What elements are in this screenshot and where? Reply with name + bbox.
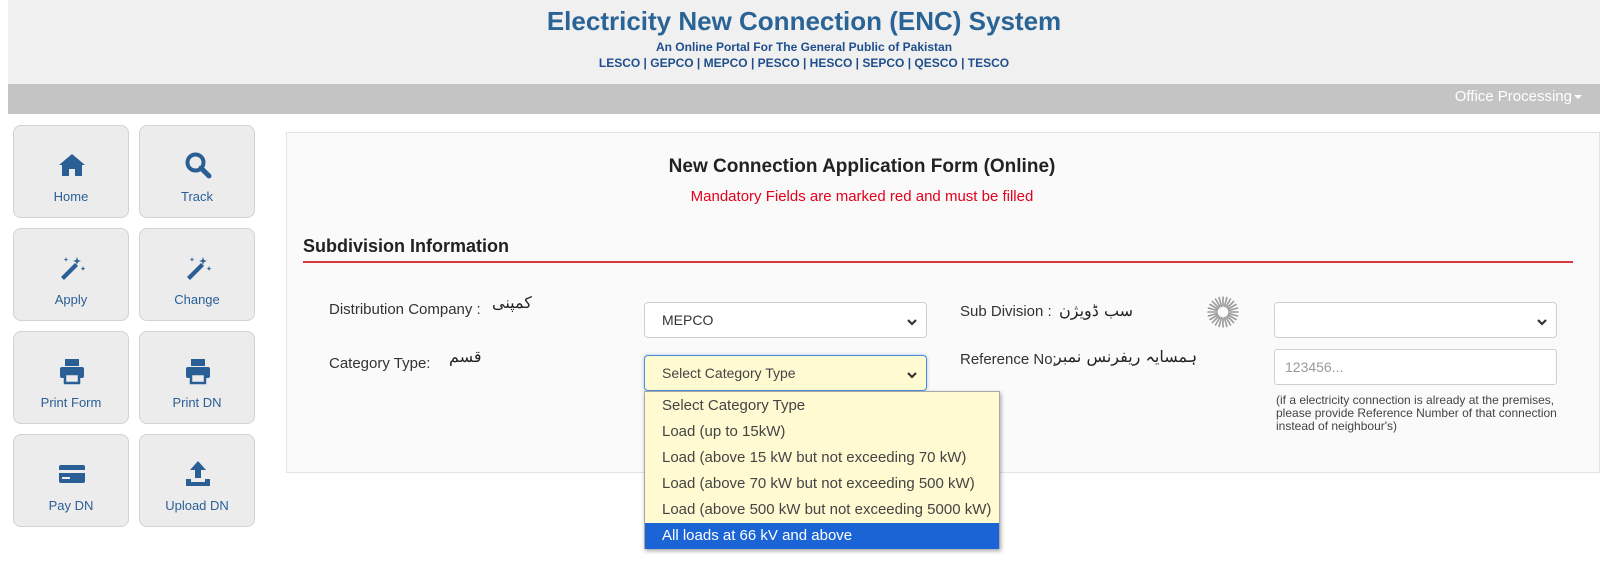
chevron-down-icon xyxy=(906,315,918,327)
distribution-company-select[interactable]: MEPCO xyxy=(644,302,927,338)
magic-wand-icon xyxy=(61,257,86,280)
tile-pay-dn[interactable]: Pay DN xyxy=(13,434,129,527)
category-option[interactable]: Load (above 70 kW but not exceeding 500 … xyxy=(645,471,999,497)
distribution-company-urdu-label: کمپنی xyxy=(492,293,532,312)
category-option[interactable]: Load (above 500 kW but not exceeding 500… xyxy=(645,497,999,523)
category-type-dropdown: Select Category Type Load (up to 15kW) L… xyxy=(644,391,1000,549)
category-type-urdu-label: قسم xyxy=(449,347,482,366)
loading-spinner-icon xyxy=(1207,296,1239,328)
tile-label: Home xyxy=(53,189,89,204)
tile-label: Upload DN xyxy=(165,498,229,513)
office-processing-menu[interactable]: Office Processing xyxy=(1455,88,1582,105)
category-option[interactable]: Select Category Type xyxy=(645,393,999,419)
reference-no-hint: (if a electricity connection is already … xyxy=(1276,393,1557,433)
category-option[interactable]: Load (up to 15kW) xyxy=(645,419,999,445)
tile-apply[interactable]: Apply xyxy=(13,228,129,321)
chevron-down-icon xyxy=(1536,315,1548,327)
site-subtitle: An Online Portal For The General Public … xyxy=(655,40,953,54)
reference-no-label: Reference No: xyxy=(960,351,1057,368)
mandatory-note: Mandatory Fields are marked red and must… xyxy=(690,188,1034,205)
category-type-label: Category Type: xyxy=(329,355,431,372)
sub-division-urdu-label: سب ڈویژن xyxy=(1059,301,1134,320)
category-option-highlighted[interactable]: All loads at 66 kV and above xyxy=(645,523,999,549)
home-icon xyxy=(59,154,85,176)
tile-label: Pay DN xyxy=(48,498,94,513)
tile-label: Track xyxy=(180,189,214,204)
category-option[interactable]: Load (above 15 kW but not exceeding 70 k… xyxy=(645,445,999,471)
category-type-value: Select Category Type xyxy=(662,365,796,381)
tile-label: Print Form xyxy=(40,395,102,410)
tile-print-form[interactable]: Print Form xyxy=(13,331,129,424)
printer-icon xyxy=(186,359,210,385)
navbar: Office Processing xyxy=(8,84,1600,114)
form-title: New Connection Application Form (Online) xyxy=(668,156,1056,177)
category-type-select[interactable]: Select Category Type xyxy=(644,355,927,391)
upload-icon xyxy=(186,461,210,486)
sub-division-label: Sub Division : xyxy=(960,303,1052,320)
site-header: Electricity New Connection (ENC) System … xyxy=(8,0,1600,84)
search-icon xyxy=(185,152,212,179)
tile-upload-dn[interactable]: Upload DN xyxy=(139,434,255,527)
site-title: Electricity New Connection (ENC) System xyxy=(546,6,1062,36)
distribution-company-value: MEPCO xyxy=(662,312,714,328)
section-divider xyxy=(303,261,1573,263)
section-title: Subdivision Information xyxy=(303,236,509,256)
tile-label: Print DN xyxy=(172,395,222,410)
distribution-company-label: Distribution Company : xyxy=(329,301,481,318)
credit-card-icon xyxy=(59,465,85,483)
tile-change[interactable]: Change xyxy=(139,228,255,321)
tile-label: Change xyxy=(174,292,220,307)
sub-division-select[interactable] xyxy=(1274,302,1557,338)
tile-label: Apply xyxy=(54,292,88,307)
reference-no-input[interactable]: 123456... xyxy=(1274,349,1557,385)
tile-track[interactable]: Track xyxy=(139,125,255,218)
printer-icon xyxy=(60,359,84,385)
tile-print-dn[interactable]: Print DN xyxy=(139,331,255,424)
reference-no-urdu-label: ہمسایہ ریفرنس نمبر xyxy=(1054,347,1198,366)
company-list: LESCO | GEPCO | MEPCO | PESCO | HESCO | … xyxy=(598,56,1010,70)
tile-home[interactable]: Home xyxy=(13,125,129,218)
caret-down-icon xyxy=(1574,95,1582,100)
chevron-down-icon xyxy=(906,368,918,380)
magic-wand-icon xyxy=(187,257,212,280)
office-processing-label: Office Processing xyxy=(1454,88,1572,105)
